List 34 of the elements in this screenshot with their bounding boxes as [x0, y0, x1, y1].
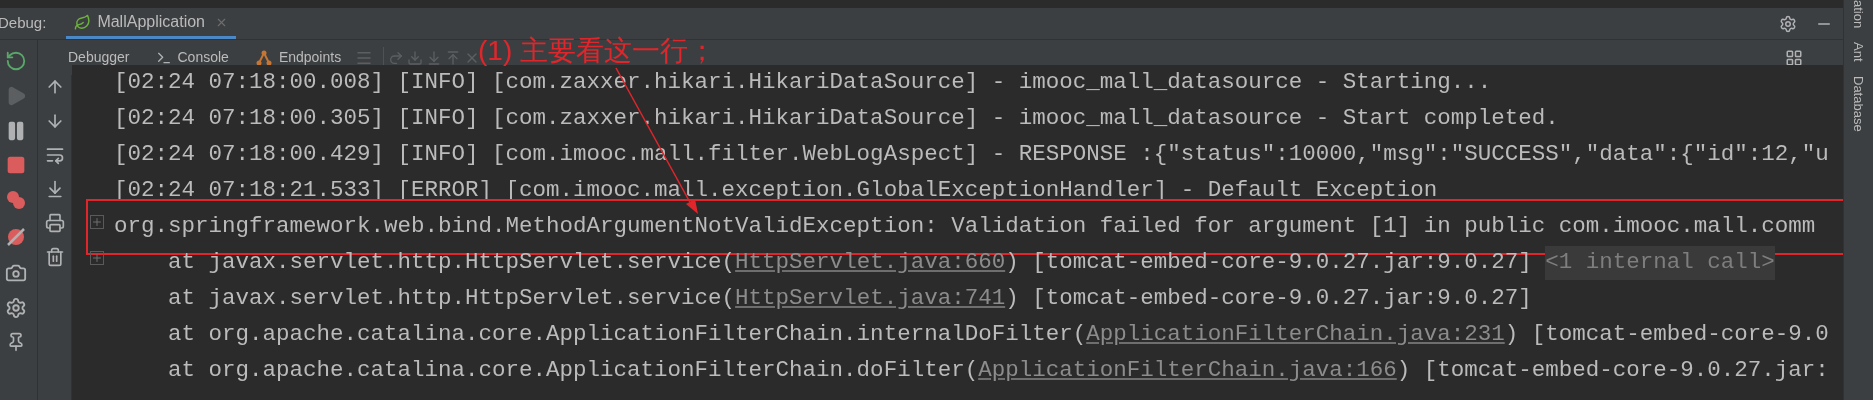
endpoints-icon	[254, 48, 273, 67]
side-tool-tab[interactable]: Ant	[1848, 42, 1869, 62]
spring-leaf-icon	[74, 13, 92, 31]
print-icon[interactable]	[44, 213, 65, 233]
annotation-text: (1) 主要看这一行；	[478, 34, 716, 68]
toolbar-tab[interactable]: Console	[155, 47, 229, 68]
log-text: org.springframework.web.bind.MethodArgumentNotValidException: Validation failed for argument [1] in public com.imooc.mall.comm	[114, 212, 1816, 242]
log-text: ) [tomcat-embed-core-9.0.27.jar:	[1396, 356, 1829, 386]
settings-icon[interactable]	[4, 297, 27, 319]
toolbar-tab[interactable]: Endpoints	[254, 47, 342, 68]
panel-label: Debug:	[0, 13, 47, 34]
layout-icon[interactable]	[1785, 48, 1803, 67]
settings-icon[interactable]	[1779, 14, 1797, 33]
side-tool-tab[interactable]: ation	[1848, 0, 1869, 29]
soft-wrap-icon[interactable]	[44, 145, 65, 165]
trash-icon[interactable]	[44, 247, 65, 267]
log-text: ) [tomcat-embed-core-9.0.27.jar:9.0.27]	[1005, 284, 1532, 314]
log-text: at javax.servlet.http.HttpServlet.service(	[167, 248, 736, 278]
fold-icon[interactable]	[90, 215, 104, 229]
source-link[interactable]: ApplicationFilterChain.java:231	[1086, 318, 1505, 352]
log-text: ) [tomcat-embed-core-9.0.27.jar:9.0.27]	[1005, 248, 1533, 278]
source-link[interactable]: HttpServlet.java:741	[735, 282, 1006, 316]
toolbar-tab[interactable]: Debugger	[68, 47, 130, 68]
fold-icon[interactable]	[90, 251, 104, 265]
source-link[interactable]: HttpServlet.java:660	[735, 246, 1006, 280]
camera-icon[interactable]	[4, 262, 27, 284]
log-text: at javax.servlet.http.HttpServlet.service(	[167, 284, 736, 314]
log-text: at org.apache.catalina.core.ApplicationFilterChain.internalDoFilter(	[167, 320, 1087, 350]
side-tool-tab[interactable]: Database	[1848, 75, 1869, 132]
source-link[interactable]: ApplicationFilterChain.java:166	[978, 354, 1397, 388]
log-text: at org.apache.catalina.core.ApplicationFilterChain.doFilter(	[167, 356, 979, 386]
stop-icon[interactable]	[5, 155, 26, 175]
log-text: ) [tomcat-embed-core-9.0	[1504, 320, 1829, 350]
rerun-icon[interactable]	[4, 50, 27, 72]
